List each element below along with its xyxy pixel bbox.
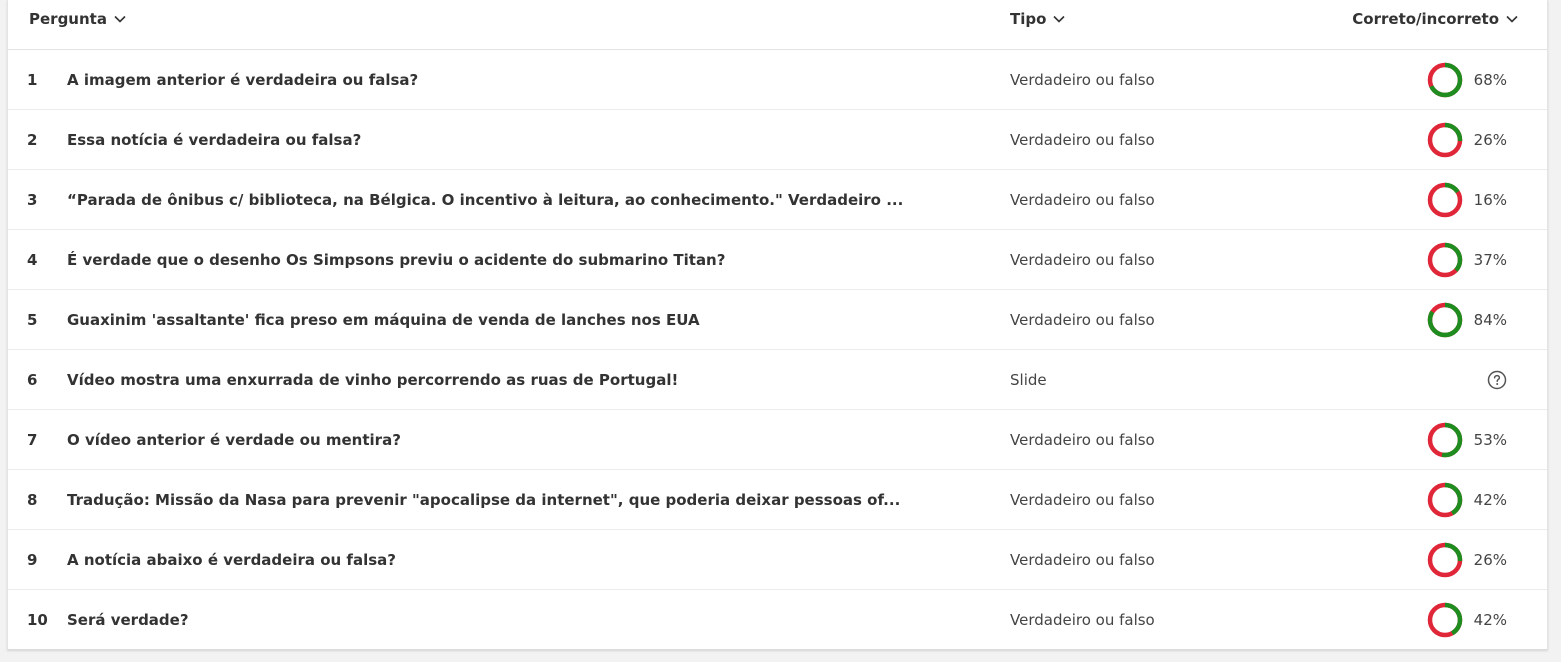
correct-donut-chart <box>1427 482 1463 517</box>
question-text: Vídeo mostra uma enxurrada de vinho perc… <box>67 370 679 389</box>
correct-column-label: Correto/incorreto <box>1352 9 1499 28</box>
correct-percent: 37% <box>1473 250 1507 269</box>
question-type: Verdadeiro ou falso <box>1010 130 1155 149</box>
question-number: 6 <box>27 370 38 389</box>
question-number: 4 <box>27 250 38 269</box>
question-cell: É verdade que o desenho Os Simpsons prev… <box>67 230 967 289</box>
correct-donut-chart <box>1427 122 1463 157</box>
question-type: Verdadeiro ou falso <box>1010 310 1155 329</box>
question-text: A imagem anterior é verdadeira ou falsa? <box>67 70 419 89</box>
question-cell: O vídeo anterior é verdade ou mentira? <box>67 410 967 469</box>
correct-result: 26% <box>1417 110 1507 169</box>
question-cell: A notícia abaixo é verdadeira ou falsa? <box>67 530 967 589</box>
question-number: 1 <box>27 70 38 89</box>
question-type: Verdadeiro ou falso <box>1010 430 1155 449</box>
question-text: Essa notícia é verdadeira ou falsa? <box>67 130 362 149</box>
correct-result <box>1417 350 1507 409</box>
question-cell: Tradução: Missão da Nasa para prevenir "… <box>67 470 967 529</box>
question-cell: Essa notícia é verdadeira ou falsa? <box>67 110 967 169</box>
correct-donut-chart <box>1427 242 1463 277</box>
table-row[interactable]: 3 “Parada de ônibus c/ biblioteca, na Bél… <box>8 170 1547 230</box>
table-row[interactable]: 6 Vídeo mostra uma enxurrada de vinho per… <box>8 350 1547 410</box>
question-number: 3 <box>27 190 38 209</box>
question-number: 8 <box>27 490 38 509</box>
correct-percent: 42% <box>1473 490 1507 509</box>
question-number: 9 <box>27 550 38 569</box>
correct-donut-chart <box>1427 182 1463 217</box>
questions-table: Pergunta Tipo Correto/incorreto 1 A image… <box>7 0 1548 650</box>
question-cell: A imagem anterior é verdadeira ou falsa? <box>67 50 967 109</box>
question-type: Verdadeiro ou falso <box>1010 550 1155 569</box>
question-text: A notícia abaixo é verdadeira ou falsa? <box>67 550 396 569</box>
sort-by-type-button[interactable]: Tipo <box>1010 0 1066 37</box>
question-text: O vídeo anterior é verdade ou mentira? <box>67 430 401 449</box>
correct-donut-chart <box>1427 422 1463 457</box>
correct-result: 84% <box>1417 290 1507 349</box>
question-cell: “Parada de ônibus c/ biblioteca, na Bélg… <box>67 170 967 229</box>
table-row[interactable]: 2 Essa notícia é verdadeira ou falsa? Verd… <box>8 110 1547 170</box>
correct-result: 42% <box>1417 590 1507 649</box>
question-number: 7 <box>27 430 38 449</box>
question-number: 10 <box>27 610 48 629</box>
question-type: Verdadeiro ou falso <box>1010 70 1155 89</box>
correct-percent: 53% <box>1473 430 1507 449</box>
chevron-down-icon <box>114 15 126 23</box>
table-header: Pergunta Tipo Correto/incorreto <box>8 0 1547 50</box>
correct-donut-chart <box>1427 62 1463 97</box>
type-column-label: Tipo <box>1010 9 1047 28</box>
question-text: Tradução: Missão da Nasa para prevenir "… <box>67 490 901 509</box>
table-row[interactable]: 1 A imagem anterior é verdadeira ou falsa… <box>8 50 1547 110</box>
question-type: Verdadeiro ou falso <box>1010 610 1155 629</box>
question-type: Slide <box>1010 370 1047 389</box>
question-number: 5 <box>27 310 38 329</box>
sort-by-question-button[interactable]: Pergunta <box>29 0 127 37</box>
question-cell: Será verdade? <box>67 590 967 649</box>
correct-result: 26% <box>1417 530 1507 589</box>
chevron-down-icon <box>1053 15 1065 23</box>
question-text: É verdade que o desenho Os Simpsons prev… <box>67 250 726 269</box>
correct-percent: 26% <box>1473 550 1507 569</box>
correct-donut-chart <box>1427 542 1463 577</box>
table-body: 1 A imagem anterior é verdadeira ou falsa… <box>8 50 1547 649</box>
sort-by-correct-button[interactable]: Correto/incorreto <box>1352 0 1519 37</box>
question-number: 2 <box>27 130 38 149</box>
table-row[interactable]: 7 O vídeo anterior é verdade ou mentira? V… <box>8 410 1547 470</box>
question-text: Guaxinim 'assaltante' fica preso em máqu… <box>67 310 700 329</box>
question-text: “Parada de ônibus c/ biblioteca, na Bélg… <box>67 190 904 209</box>
correct-percent: 16% <box>1473 190 1507 209</box>
correct-result: 53% <box>1417 410 1507 469</box>
chevron-down-icon <box>1506 15 1518 23</box>
question-column-label: Pergunta <box>29 9 107 28</box>
correct-result: 16% <box>1417 170 1507 229</box>
table-row[interactable]: 4 É verdade que o desenho Os Simpsons pre… <box>8 230 1547 290</box>
question-cell: Vídeo mostra uma enxurrada de vinho perc… <box>67 350 967 409</box>
correct-result: 42% <box>1417 470 1507 529</box>
question-type: Verdadeiro ou falso <box>1010 190 1155 209</box>
table-row[interactable]: 5 Guaxinim 'assaltante' fica preso em máq… <box>8 290 1547 350</box>
question-type: Verdadeiro ou falso <box>1010 250 1155 269</box>
correct-donut-chart <box>1427 302 1463 337</box>
table-row[interactable]: 9 A notícia abaixo é verdadeira ou falsa?… <box>8 530 1547 590</box>
question-text: Será verdade? <box>67 610 189 629</box>
correct-result: 37% <box>1417 230 1507 289</box>
table-row[interactable]: 10 Será verdade? Verdadeiro ou falso 42% <box>8 590 1547 649</box>
correct-result: 68% <box>1417 50 1507 109</box>
table-row[interactable]: 8 Tradução: Missão da Nasa para prevenir … <box>8 470 1547 530</box>
correct-donut-chart <box>1427 602 1463 637</box>
correct-percent: 42% <box>1473 610 1507 629</box>
help-circle-icon[interactable] <box>1487 370 1507 390</box>
correct-percent: 68% <box>1473 70 1507 89</box>
correct-percent: 26% <box>1473 130 1507 149</box>
question-cell: Guaxinim 'assaltante' fica preso em máqu… <box>67 290 967 349</box>
question-type: Verdadeiro ou falso <box>1010 490 1155 509</box>
correct-percent: 84% <box>1473 310 1507 329</box>
